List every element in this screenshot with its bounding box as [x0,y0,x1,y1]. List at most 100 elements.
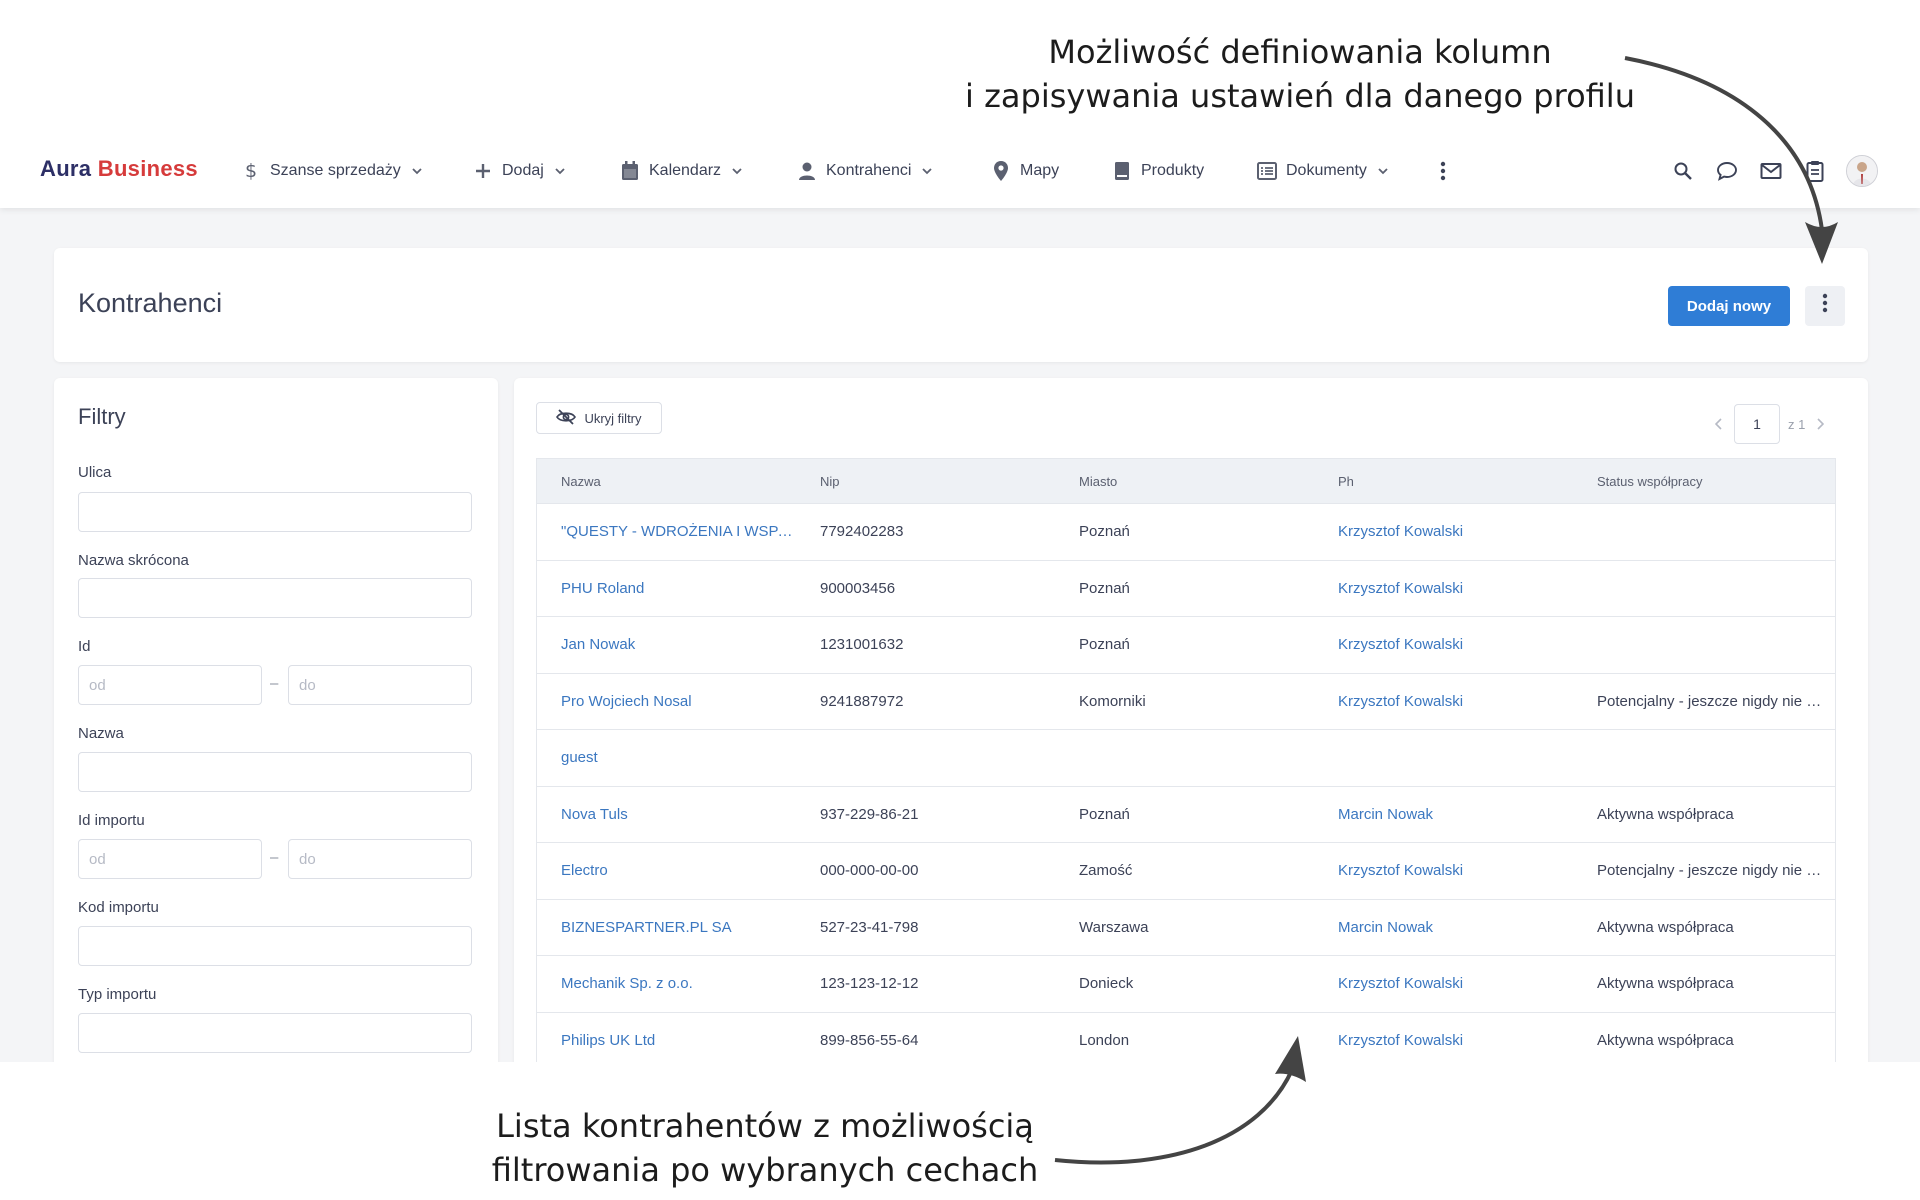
more-vertical-icon [1822,293,1828,319]
filters-panel: Filtry Ulica Nazwa skrócona Id – Nazwa I… [54,378,498,1062]
chevron-left-icon [1715,418,1722,430]
cell-ph[interactable]: Krzysztof Kowalski [1314,636,1573,653]
cell-status: Aktywna współpraca [1597,975,1734,993]
chevron-right-icon [1817,418,1825,430]
column-header-status[interactable]: Status współpracy [1573,474,1835,489]
cell-miasto: Poznań [1079,523,1130,541]
filter-typ-importu-input[interactable] [78,1013,472,1053]
cell-nazwa[interactable]: Jan Nowak [537,636,796,653]
filter-id-to-input[interactable] [288,665,472,705]
page-number-input[interactable]: 1 [1734,404,1780,444]
filter-nazwa-skrocona-input[interactable] [78,578,472,618]
callout-bottom-line2: filtrowania po wybranych cechach [491,1151,1039,1189]
cell-nazwa[interactable]: Nova Tuls [537,806,796,823]
page-header-card: Kontrahenci Dodaj nowy [54,248,1868,362]
column-settings-button[interactable] [1805,286,1845,326]
filter-nazwa-input[interactable] [78,752,472,792]
filter-label-typ-importu: Typ importu [78,986,157,1003]
app-window: Aura Business $ Szanse sprzedaży Dodaj K… [0,134,1920,1062]
column-header-ph[interactable]: Ph [1314,474,1573,489]
cell-ph[interactable]: Marcin Nowak [1314,806,1573,823]
table-row[interactable]: Philips UK Ltd 899-856-55-64 London Krzyszt… [536,1012,1836,1062]
table-row[interactable]: Pro Wojciech Nosal 9241887972 Komorniki Krz… [536,673,1836,730]
cell-status: Potencjalny - jeszcze nigdy nie kupował [1597,862,1835,880]
nav-item-label: Produkty [1141,162,1205,179]
add-new-button[interactable]: Dodaj nowy [1668,286,1790,326]
nav-item-kontrahenci[interactable]: Kontrahenci [796,134,933,208]
mail-icon[interactable] [1758,158,1784,184]
nav-item-szanse[interactable]: $ Szanse sprzedaży [240,134,423,208]
chevron-down-icon [921,164,933,178]
chevron-down-icon [411,164,423,178]
clipboard-icon[interactable] [1802,158,1828,184]
cell-nazwa[interactable]: "QUESTY - WDROŻENIA I WSPARCIE [537,523,796,540]
table-row[interactable]: guest [536,730,1836,787]
cell-ph[interactable]: Krzysztof Kowalski [1314,523,1573,540]
dollar-icon: $ [240,160,262,182]
cell-nazwa[interactable]: Pro Wojciech Nosal [537,693,796,710]
book-icon [1111,160,1133,182]
next-page-button[interactable] [1805,418,1835,430]
cell-ph[interactable]: Krzysztof Kowalski [1314,1032,1573,1049]
column-header-nazwa[interactable]: Nazwa [537,474,796,489]
cell-ph[interactable]: Krzysztof Kowalski [1314,975,1573,992]
prev-page-button[interactable] [1704,418,1734,430]
chevron-down-icon [731,164,743,178]
table-header: Nazwa Nip Miasto Ph Status współpracy [536,458,1836,504]
table-row[interactable]: Electro 000-000-00-00 Zamość Krzysztof Kowa… [536,843,1836,900]
cell-ph[interactable]: Krzysztof Kowalski [1314,580,1573,597]
cell-ph[interactable]: Krzysztof Kowalski [1314,862,1573,879]
filter-id-importu-to-input[interactable] [288,839,472,879]
chat-icon[interactable] [1714,158,1740,184]
cell-status: Aktywna współpraca [1597,918,1734,936]
cell-nazwa[interactable]: Mechanik Sp. z o.o. [537,975,796,992]
nav-item-label: Szanse sprzedaży [270,162,401,179]
eye-off-icon [556,408,577,428]
nav-item-kalendarz[interactable]: Kalendarz [619,134,743,208]
column-header-nip[interactable]: Nip [796,474,1055,489]
cell-status: Aktywna współpraca [1597,1031,1734,1049]
pagination: 1 z 1 [1704,404,1835,444]
cell-nazwa[interactable]: guest [537,749,796,766]
cell-miasto: London [1079,1031,1130,1049]
table-row[interactable]: Nova Tuls 937-229-86-21 Poznań Marcin Nowak… [536,786,1836,843]
nav-item-mapy[interactable]: Mapy [990,134,1059,208]
cell-miasto: Poznań [1079,805,1130,823]
nav-item-label: Kontrahenci [826,162,912,179]
filter-label-nazwa-skrocona: Nazwa skrócona [78,552,189,569]
callout-list: Lista kontrahentów z możliwością filtrow… [400,1104,1130,1192]
filter-id-from-input[interactable] [78,665,262,705]
table-row[interactable]: BIZNESPARTNER.PL SA 527-23-41-798 Warszawa… [536,899,1836,956]
filter-id-importu-from-input[interactable] [78,839,262,879]
table-body: "QUESTY - WDROŻENIA I WSPARCIE 7792402283… [536,504,1836,1062]
filter-kod-importu-input[interactable] [78,926,472,966]
cell-nip: 000-000-00-00 [820,862,919,880]
cell-nazwa[interactable]: Electro [537,862,796,879]
avatar[interactable] [1846,155,1878,187]
filter-label-id: Id [78,638,91,655]
cell-ph[interactable]: Marcin Nowak [1314,919,1573,936]
table-row[interactable]: "QUESTY - WDROŻENIA I WSPARCIE 7792402283… [536,504,1836,561]
nav-item-dodaj[interactable]: Dodaj [472,134,566,208]
range-separator: – [270,849,279,866]
nav-item-dokumenty[interactable]: Dokumenty [1256,134,1389,208]
svg-text:$: $ [245,161,257,181]
cell-nip: 527-23-41-798 [820,918,919,936]
nav-more-button[interactable] [1432,134,1454,208]
column-header-miasto[interactable]: Miasto [1055,474,1314,489]
table-row[interactable]: Mechanik Sp. z o.o. 123-123-12-12 Donieck K… [536,956,1836,1013]
search-icon[interactable] [1670,158,1696,184]
filter-ulica-input[interactable] [78,492,472,532]
cell-miasto: Poznań [1079,579,1130,597]
table-row[interactable]: Jan Nowak 1231001632 Poznań Krzysztof Kowal… [536,617,1836,674]
filter-label-id-importu: Id importu [78,812,145,829]
cell-nip: 899-856-55-64 [820,1031,919,1049]
brand-logo[interactable]: Aura Business [40,156,198,182]
cell-ph[interactable]: Krzysztof Kowalski [1314,693,1573,710]
table-row[interactable]: PHU Roland 900003456 Poznań Krzysztof Kowal… [536,560,1836,617]
cell-nazwa[interactable]: Philips UK Ltd [537,1032,796,1049]
cell-nazwa[interactable]: BIZNESPARTNER.PL SA [537,919,796,936]
nav-item-produkty[interactable]: Produkty [1111,134,1204,208]
cell-nazwa[interactable]: PHU Roland [537,580,796,597]
hide-filters-button[interactable]: Ukryj filtry [536,402,662,434]
